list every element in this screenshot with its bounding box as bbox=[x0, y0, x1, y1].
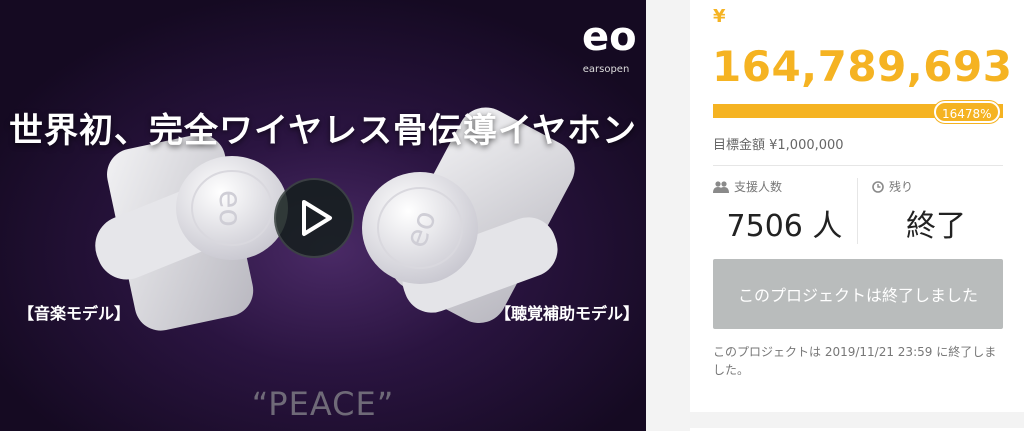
remaining-stat: 残り 終了 bbox=[866, 178, 1006, 245]
clock-icon bbox=[872, 180, 884, 193]
remaining-value: 終了 bbox=[906, 209, 966, 244]
stat-separator bbox=[857, 178, 858, 244]
svg-text:eo: eo bbox=[582, 14, 636, 58]
supporters-stat: 支援人数 7506 人 bbox=[713, 178, 856, 245]
project-ended-note: このプロジェクトは 2019/11/21 23:59 に終了しました。 bbox=[713, 345, 997, 377]
currency-symbol: ¥ bbox=[713, 6, 726, 27]
goal-amount: 目標金額 ¥1,000,000 bbox=[713, 138, 844, 153]
earsopen-logo: eo earsopen bbox=[570, 12, 642, 75]
raised-amount: 164,789,693 bbox=[712, 42, 1013, 91]
supporters-value: 7506 人 bbox=[726, 209, 843, 244]
project-ended-button[interactable]: このプロジェクトは終了しました bbox=[713, 259, 1003, 329]
hearing-model-label: 【聴覚補助モデル】 bbox=[495, 304, 640, 323]
divider bbox=[713, 165, 1003, 166]
funding-sidebar: ¥ 164,789,693 16478% 目標金額 ¥1,000,000 支援人… bbox=[690, 0, 1024, 412]
play-button[interactable] bbox=[274, 178, 354, 258]
logo-mark-icon: eo bbox=[582, 14, 637, 60]
music-model-label: 【音楽モデル】 bbox=[18, 304, 131, 323]
users-icon bbox=[713, 180, 729, 193]
video-headline: 世界初、完全ワイヤレス骨伝導イヤホン bbox=[9, 111, 637, 151]
supporters-label: 支援人数 bbox=[734, 180, 783, 194]
logo-text: earsopen bbox=[582, 64, 630, 75]
remaining-label: 残り bbox=[889, 180, 914, 194]
project-video[interactable]: eo eo eo earsopen 世界初、完全ワイヤレス骨伝導イヤホン 【音楽… bbox=[0, 0, 646, 431]
tagline: “PEACE” bbox=[251, 385, 395, 423]
funding-percent-badge: 16478% bbox=[934, 101, 1000, 123]
project-page: eo eo eo earsopen 世界初、完全ワイヤレス骨伝導イヤホン 【音楽… bbox=[0, 0, 1024, 431]
play-icon bbox=[302, 200, 332, 236]
svg-text:eo: eo bbox=[212, 190, 247, 227]
